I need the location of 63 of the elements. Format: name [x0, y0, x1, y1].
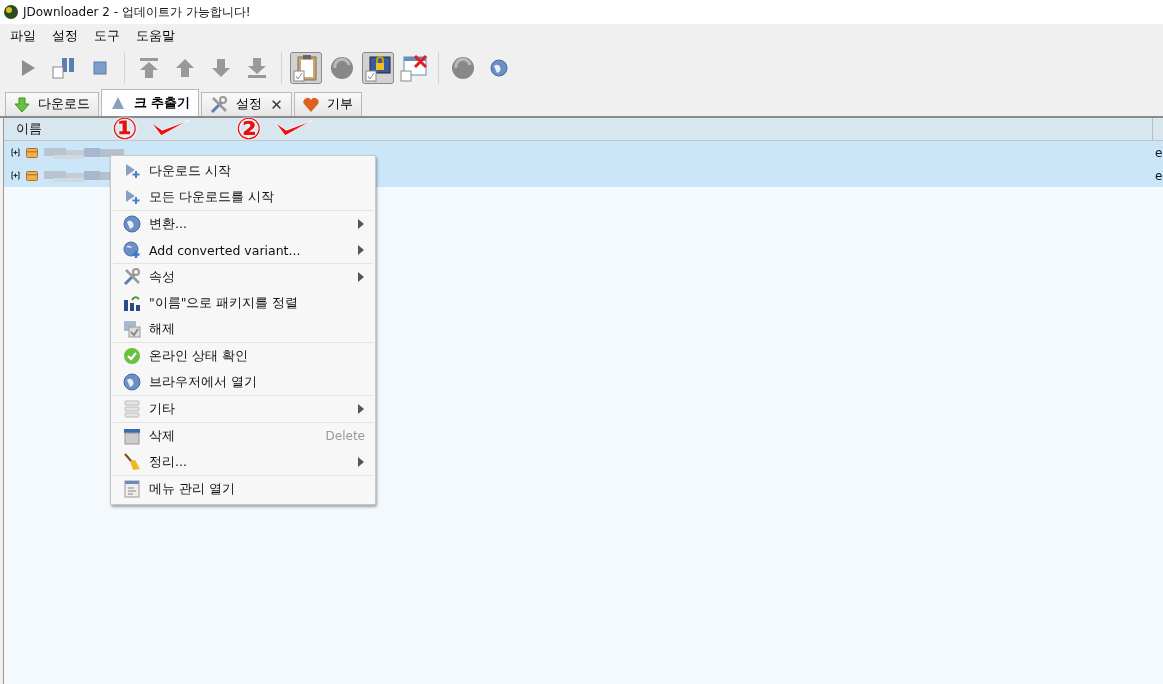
menu-item[interactable]: 브라우저에서 열기: [113, 369, 373, 395]
lock-screen-icon: [365, 54, 391, 82]
globe-icon: [490, 59, 508, 77]
menu-item[interactable]: 도움말: [128, 27, 183, 45]
menu-item[interactable]: "이름"으로 패키지를 정렬: [113, 290, 373, 316]
menu-item[interactable]: 기타: [113, 396, 373, 422]
bar-chart-icon: [123, 294, 141, 312]
annotation-number: ②: [236, 114, 262, 144]
menu-item[interactable]: 해제: [113, 316, 373, 342]
app-logo-icon: [3, 4, 19, 20]
broom-icon: [123, 453, 141, 471]
expand-icon[interactable]: [11, 171, 20, 180]
menu-item[interactable]: 변환...: [113, 211, 373, 237]
document-icon: [124, 480, 140, 498]
expand-icon[interactable]: [11, 148, 20, 157]
menu-item[interactable]: 메뉴 관리 열기: [113, 476, 373, 502]
table-cell: e: [1155, 168, 1163, 183]
arrow-up-icon: [175, 58, 195, 78]
play-plus-icon: [124, 163, 140, 179]
window-close-icon: [400, 54, 428, 82]
menu-item[interactable]: 도구: [86, 27, 128, 45]
globe-plus-icon: [123, 241, 141, 259]
table-row[interactable]: e: [4, 141, 1163, 164]
stop-icon: [93, 61, 107, 75]
package-icon: [26, 170, 38, 181]
tab[interactable]: 다운로드: [5, 92, 99, 116]
package-icon: [26, 147, 38, 158]
play-icon: [20, 59, 36, 77]
tools-icon: [123, 268, 141, 286]
heart-icon: [302, 96, 319, 113]
clipboard-icon: [293, 54, 319, 82]
toolbar-button[interactable]: [290, 52, 322, 84]
stack-icon: [124, 400, 140, 418]
tab[interactable]: 설정 ✕: [201, 92, 292, 116]
menu-item[interactable]: Add converted variant...: [113, 237, 373, 263]
move-bottom-icon: [247, 57, 267, 79]
toolbar-button[interactable]: [398, 52, 430, 84]
menu-item[interactable]: 속성: [113, 264, 373, 290]
tab[interactable]: 크 추출기: [101, 89, 200, 116]
pause-icon: [52, 57, 76, 79]
annotation-number: ①: [112, 114, 138, 144]
globe-icon: [123, 215, 141, 233]
checked-window-icon: [123, 320, 141, 338]
tab[interactable]: 기부: [293, 92, 362, 116]
download-icon: [14, 96, 30, 113]
move-top-icon: [139, 57, 159, 79]
column-header[interactable]: 이름: [16, 120, 42, 136]
close-icon[interactable]: ✕: [270, 95, 283, 114]
menu-item[interactable]: 온라인 상태 확인: [113, 343, 373, 369]
menu-item[interactable]: 설정: [44, 27, 86, 45]
tools-icon: [210, 95, 229, 114]
check-circle-icon: [123, 347, 141, 365]
table-cell: e: [1155, 145, 1163, 160]
window-title: JDownloader 2 - 업데이트가 가능합니다!: [23, 3, 251, 21]
toolbar-button[interactable]: [362, 52, 394, 84]
globe-icon: [123, 373, 141, 391]
menu-item[interactable]: 삭제 Delete: [113, 423, 373, 449]
menu-item[interactable]: 모든 다운로드를 시작: [113, 184, 373, 210]
play-plus-icon: [124, 189, 140, 205]
menu-item[interactable]: 파일: [2, 27, 44, 45]
arrow-down-icon: [211, 58, 231, 78]
menu-item[interactable]: 정리...: [113, 449, 373, 475]
trash-icon: [123, 427, 141, 445]
